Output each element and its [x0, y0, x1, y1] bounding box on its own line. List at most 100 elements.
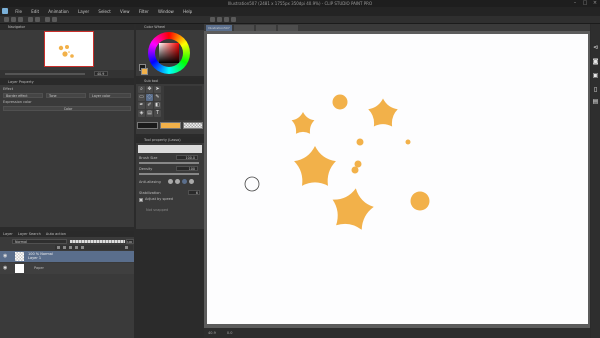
menu-file[interactable]: File: [11, 7, 26, 16]
main-color-bar[interactable]: [137, 122, 158, 129]
fill-tool-icon[interactable]: ◈: [138, 110, 145, 117]
layer-row-paper[interactable]: ◉ Paper: [0, 263, 134, 274]
sub-color-swatch[interactable]: [141, 68, 148, 75]
document-tab[interactable]: Illustration507: [206, 25, 232, 31]
tab-auto-action[interactable]: Auto action: [46, 232, 66, 236]
opacity-slider[interactable]: [70, 240, 125, 243]
aa-medium-option[interactable]: [182, 179, 187, 184]
menu-select[interactable]: Select: [94, 7, 114, 16]
navigator-zoom-slider[interactable]: [5, 73, 85, 75]
brush-size-value[interactable]: 100.0: [176, 155, 198, 160]
zoom-tool-icon[interactable]: ⌕: [138, 86, 145, 93]
clip-icon[interactable]: [81, 246, 84, 249]
layer-row-1[interactable]: ◉ 100 % Normal Layer 1: [0, 251, 134, 262]
opacity-value[interactable]: 100: [126, 239, 134, 244]
eraser-tool-icon[interactable]: ◧: [154, 102, 161, 109]
new-file-icon[interactable]: [4, 17, 9, 22]
minimize-icon[interactable]: –: [570, 0, 580, 7]
device-icon[interactable]: ▯: [592, 86, 599, 93]
brush-size-slider[interactable]: [139, 162, 199, 164]
camera-icon[interactable]: ◙: [592, 58, 599, 65]
close-icon[interactable]: ×: [590, 0, 600, 7]
saturation-value-square[interactable]: [159, 43, 179, 63]
border-effect-button[interactable]: Border effect: [3, 93, 43, 98]
ruler-icon[interactable]: [224, 17, 229, 22]
status-angle[interactable]: 0.0: [227, 331, 233, 335]
canvas-artwork: [244, 94, 430, 232]
pen-tool-icon[interactable]: ✒: [138, 102, 145, 109]
gradient-tool-icon[interactable]: ▤: [146, 110, 153, 117]
marquee-tool-icon[interactable]: ▭: [138, 94, 145, 101]
document-tab-4[interactable]: [278, 25, 298, 31]
density-slider[interactable]: [139, 173, 199, 175]
clear-icon[interactable]: [45, 17, 50, 22]
record-icon[interactable]: ▣: [592, 72, 599, 79]
layer-command-bar: [55, 245, 133, 250]
brush-size-label: Brush Size: [139, 156, 158, 160]
menu-help[interactable]: Help: [179, 7, 196, 16]
sub-tool-list: [164, 86, 202, 120]
move-tool-icon[interactable]: ✥: [146, 86, 153, 93]
snap-status-label: Not snapped: [146, 208, 169, 212]
aa-none-option[interactable]: [168, 179, 173, 184]
canvas-paper[interactable]: [207, 34, 588, 324]
paint-dot: [351, 166, 359, 174]
paper-thumbnail: [15, 264, 24, 273]
text-tool-icon[interactable]: T: [154, 110, 161, 117]
adjust-by-speed-checkbox[interactable]: [139, 198, 143, 202]
menu-edit[interactable]: Edit: [27, 7, 43, 16]
layer-color-button[interactable]: Layer color: [89, 93, 131, 98]
brush-tool-icon[interactable]: ✐: [146, 102, 153, 109]
maximize-icon[interactable]: □: [580, 0, 590, 7]
new-folder-icon[interactable]: [69, 246, 72, 249]
save-icon[interactable]: [18, 17, 23, 22]
menu-filter[interactable]: Filter: [135, 7, 153, 16]
transform-icon[interactable]: [52, 17, 57, 22]
menu-window[interactable]: Window: [154, 7, 178, 16]
tool-property-title: Tool property (Lasso): [136, 137, 204, 143]
open-file-icon[interactable]: [11, 17, 16, 22]
grid-icon[interactable]: [231, 17, 236, 22]
aa-weak-option[interactable]: [175, 179, 180, 184]
operation-tool-icon[interactable]: ➤: [154, 86, 161, 93]
settings-icon[interactable]: ▤: [592, 98, 599, 105]
navigator-zoom[interactable]: 40.9: [94, 71, 108, 76]
menu-view[interactable]: View: [116, 7, 134, 16]
expression-color-select[interactable]: Color: [3, 106, 131, 111]
status-zoom[interactable]: 40.9: [208, 331, 216, 335]
visibility-eye-icon[interactable]: ◉: [3, 266, 7, 271]
share-icon[interactable]: ⊲: [592, 44, 599, 51]
document-tab-3[interactable]: [256, 25, 276, 31]
tab-layer-search[interactable]: Layer Search: [18, 232, 41, 236]
tab-layer[interactable]: Layer: [3, 232, 13, 236]
tone-button[interactable]: Tone: [46, 93, 86, 98]
tool-panel: Sub tool ⌕ ✥ ➤ ▭ ◌ ✎ ✒ ✐ ◧ ◈ ▤ T: [136, 78, 204, 134]
merge-icon[interactable]: [75, 246, 78, 249]
sub-color-bar[interactable]: [160, 122, 181, 129]
navigator-preview[interactable]: [44, 31, 94, 67]
stabilization-value[interactable]: 6: [188, 190, 200, 195]
menu-animation[interactable]: Animation: [44, 7, 72, 16]
density-label: Density: [139, 167, 153, 171]
visibility-eye-icon[interactable]: ◉: [3, 254, 7, 259]
document-tab-2[interactable]: [234, 25, 254, 31]
redo-icon[interactable]: [35, 17, 40, 22]
snap-icon[interactable]: [217, 17, 222, 22]
menu-layer[interactable]: Layer: [74, 7, 93, 16]
navigator-panel: Navigator: [0, 24, 134, 70]
blend-mode-select[interactable]: Normal: [12, 239, 67, 244]
tool-property-panel: Tool property (Lasso) Brush Size 100.0 D…: [136, 137, 204, 229]
paint-star: [294, 146, 336, 186]
new-raster-icon[interactable]: [57, 246, 60, 249]
eyedropper-tool-icon[interactable]: ✎: [154, 94, 161, 101]
new-vector-icon[interactable]: [63, 246, 66, 249]
density-value[interactable]: 100: [176, 166, 198, 171]
undo-icon[interactable]: [28, 17, 33, 22]
aa-strong-option[interactable]: [189, 179, 194, 184]
hue-ring[interactable]: [148, 32, 190, 74]
lasso-tool-icon[interactable]: ◌: [146, 94, 153, 101]
adjust-by-speed-label: Adjust by speed: [145, 197, 174, 201]
quick-access-icon[interactable]: [210, 17, 215, 22]
delete-layer-icon[interactable]: [125, 246, 128, 249]
transparent-color-bar[interactable]: [183, 122, 203, 129]
